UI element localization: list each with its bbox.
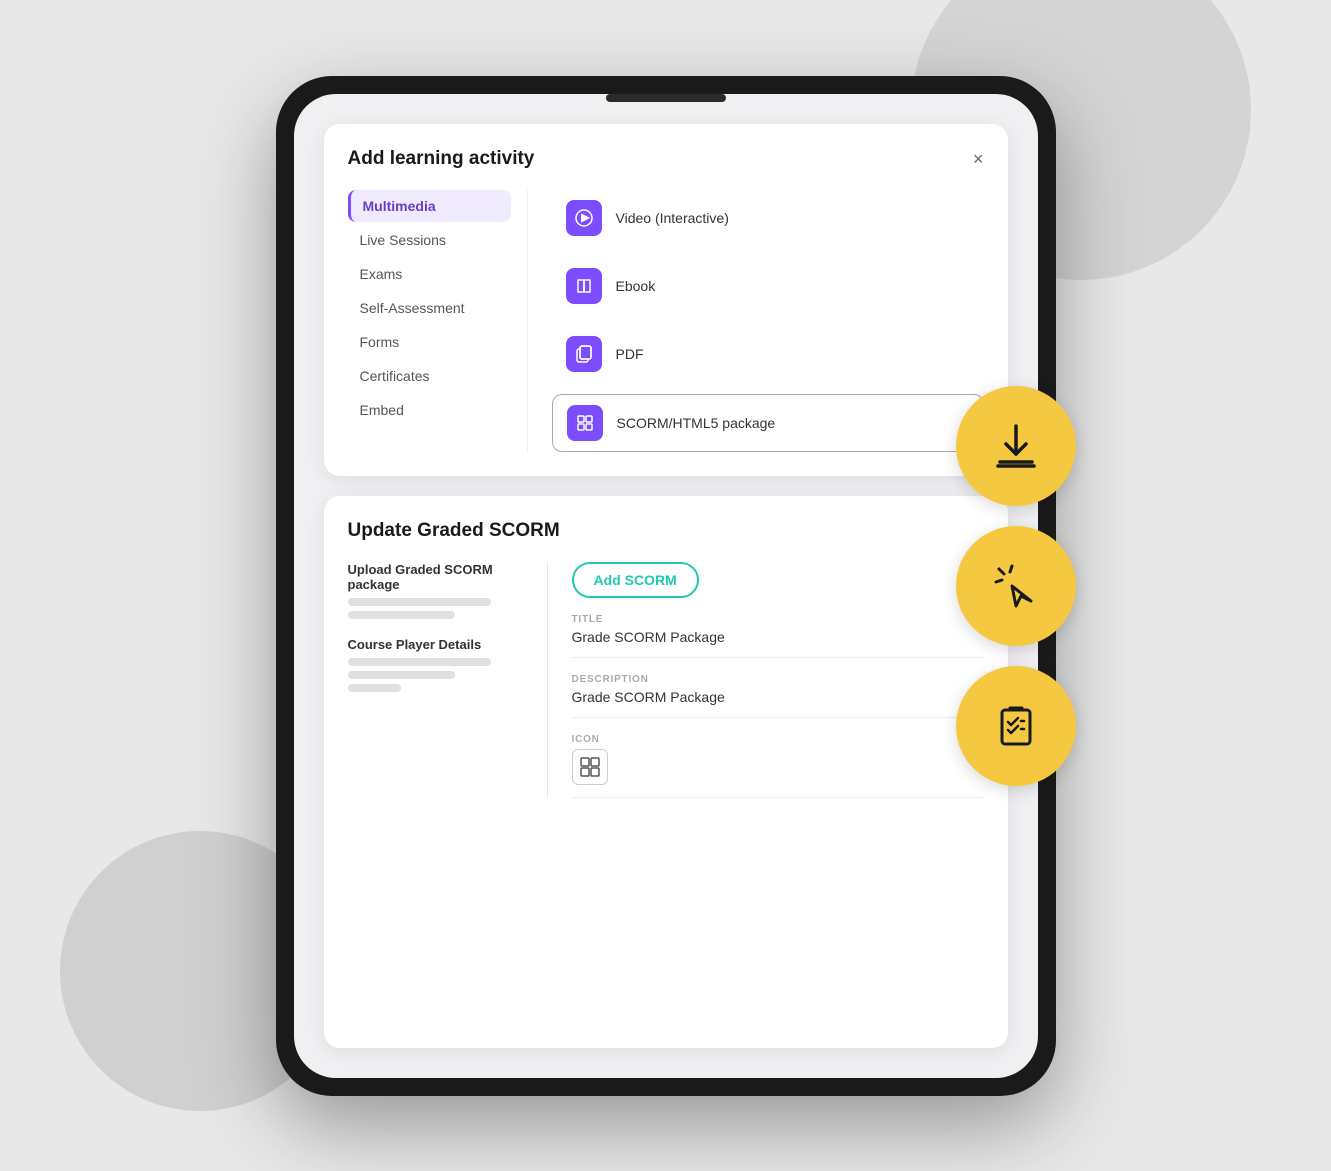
placeholder-line-3 — [348, 658, 491, 666]
upload-placeholders — [348, 598, 527, 619]
scorm-right-panel: Add SCORM TITLE Grade SCORM Package DESC… — [548, 562, 984, 798]
sidebar-item-live-sessions[interactable]: Live Sessions — [348, 224, 511, 256]
ebook-icon-bg — [566, 268, 602, 304]
title-value: Grade SCORM Package — [572, 629, 984, 645]
tablet: Add learning activity × Multimedia Live … — [276, 76, 1056, 1096]
sidebar-item-self-assessment[interactable]: Self-Assessment — [348, 292, 511, 324]
tablet-screen: Add learning activity × Multimedia Live … — [294, 94, 1038, 1078]
modal-header: Add learning activity × — [348, 148, 984, 170]
scorm-left-panel: Upload Graded SCORM package Course Playe… — [348, 562, 548, 798]
player-label: Course Player Details — [348, 637, 527, 652]
title-label: TITLE — [572, 614, 984, 625]
activity-pdf[interactable]: PDF — [552, 326, 984, 382]
activity-video[interactable]: Video (Interactive) — [552, 190, 984, 246]
player-placeholders — [348, 658, 527, 692]
description-label: DESCRIPTION — [572, 674, 984, 685]
scorm-panel-title: Update Graded SCORM — [348, 520, 984, 542]
grid-icon — [575, 413, 595, 433]
sidebar-item-exams[interactable]: Exams — [348, 258, 511, 290]
title-field: TITLE Grade SCORM Package — [572, 614, 984, 658]
tablet-notch — [606, 94, 726, 102]
scorm-body: Upload Graded SCORM package Course Playe… — [348, 562, 984, 798]
pdf-icon-bg — [566, 336, 602, 372]
sidebar-item-multimedia[interactable]: Multimedia — [348, 190, 511, 222]
copy-icon — [574, 344, 594, 364]
icon-label: ICON — [572, 734, 984, 745]
checklist-circle — [956, 666, 1076, 786]
upload-section: Upload Graded SCORM package — [348, 562, 527, 619]
sidebar-item-forms[interactable]: Forms — [348, 326, 511, 358]
yellow-circles — [956, 386, 1076, 786]
tablet-wrapper: Add learning activity × Multimedia Live … — [276, 76, 1056, 1096]
upload-label: Upload Graded SCORM package — [348, 562, 527, 592]
description-value: Grade SCORM Package — [572, 689, 984, 705]
add-activity-modal: Add learning activity × Multimedia Live … — [324, 124, 1008, 476]
cursor-icon — [988, 558, 1044, 614]
scorm-icon-bg — [567, 405, 603, 441]
cursor-circle — [956, 526, 1076, 646]
sidebar-item-embed[interactable]: Embed — [348, 394, 511, 426]
icon-preview — [572, 749, 608, 785]
scorm-grid-preview-icon — [579, 756, 601, 778]
activity-scorm[interactable]: SCORM/HTML5 package — [552, 394, 984, 452]
activity-list: Video (Interactive) Ebook — [528, 190, 984, 452]
placeholder-line-4 — [348, 671, 455, 679]
placeholder-line-1 — [348, 598, 491, 606]
modal-title: Add learning activity — [348, 148, 535, 170]
checklist-icon — [988, 698, 1044, 754]
download-circle — [956, 386, 1076, 506]
book-icon — [574, 276, 594, 296]
scorm-card: Update Graded SCORM Upload Graded SCORM … — [324, 496, 1008, 1048]
placeholder-line-5 — [348, 684, 402, 692]
placeholder-line-2 — [348, 611, 455, 619]
modal-body: Multimedia Live Sessions Exams Self-Asse… — [348, 190, 984, 452]
add-scorm-button[interactable]: Add SCORM — [572, 562, 699, 598]
play-icon — [574, 208, 594, 228]
close-button[interactable]: × — [973, 150, 984, 168]
download-icon — [988, 418, 1044, 474]
description-field: DESCRIPTION Grade SCORM Package — [572, 674, 984, 718]
activity-ebook[interactable]: Ebook — [552, 258, 984, 314]
icon-field: ICON — [572, 734, 984, 798]
player-section: Course Player Details — [348, 637, 527, 692]
nav-sidebar: Multimedia Live Sessions Exams Self-Asse… — [348, 190, 528, 452]
video-icon-bg — [566, 200, 602, 236]
sidebar-item-certificates[interactable]: Certificates — [348, 360, 511, 392]
